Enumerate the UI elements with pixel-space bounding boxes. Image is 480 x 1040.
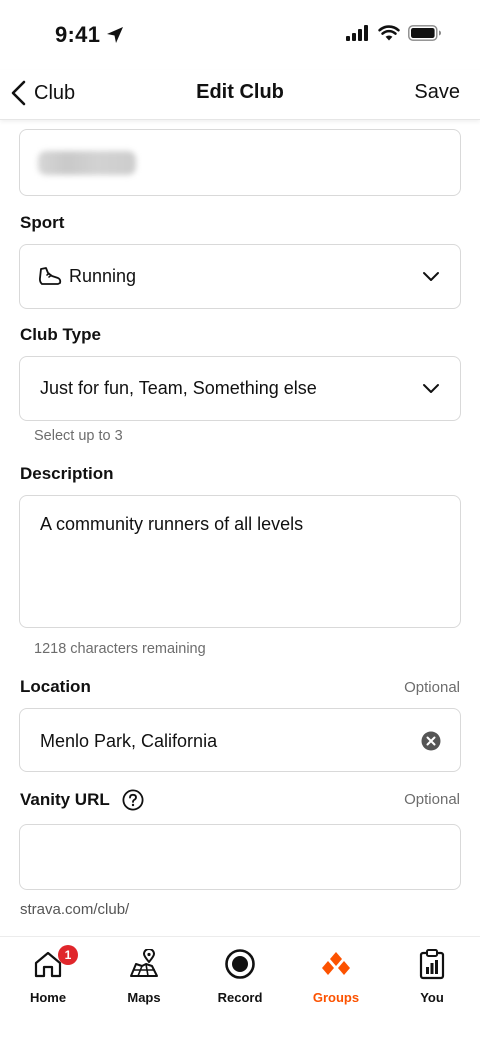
tab-record[interactable]: Record bbox=[192, 945, 288, 1009]
status-time: 9:41 bbox=[55, 22, 124, 48]
you-icon-wrap bbox=[384, 947, 480, 981]
status-icons bbox=[346, 25, 442, 41]
nav-bar: Club Edit Club Save bbox=[0, 70, 480, 120]
notification-badge: 1 bbox=[58, 945, 78, 965]
club-type-select[interactable]: Just for fun, Team, Something else bbox=[19, 356, 461, 421]
club-name-field[interactable] bbox=[19, 129, 461, 196]
description-textarea[interactable]: A community runners of all levels bbox=[19, 495, 461, 628]
record-icon bbox=[225, 949, 255, 979]
record-icon-wrap bbox=[192, 947, 288, 981]
help-icon[interactable] bbox=[122, 789, 144, 811]
maps-icon-wrap bbox=[96, 947, 192, 981]
clipboard-chart-icon bbox=[419, 949, 445, 980]
location-optional-label: Optional bbox=[404, 679, 460, 696]
back-button-label: Club bbox=[34, 81, 76, 104]
tab-home[interactable]: 1 Home bbox=[0, 945, 96, 1009]
wifi-icon bbox=[378, 25, 400, 41]
vanity-url-label-text: Vanity URL bbox=[20, 790, 110, 809]
tab-you[interactable]: You bbox=[384, 945, 480, 1009]
chevron-left-icon bbox=[11, 80, 26, 106]
home-icon-wrap bbox=[0, 947, 96, 981]
vanity-url-optional-label: Optional bbox=[404, 791, 460, 808]
sport-value: Running bbox=[69, 266, 137, 286]
cellular-signal-icon bbox=[346, 25, 368, 41]
tab-bar: 1 Home Maps Record Groups You bbox=[0, 936, 480, 1040]
tab-record-label: Record bbox=[217, 990, 263, 1005]
location-label: Location bbox=[20, 677, 91, 696]
vanity-url-prefix: strava.com/club/ bbox=[20, 901, 130, 918]
club-type-value: Just for fun, Team, Something else bbox=[40, 378, 317, 398]
tab-home-label: Home bbox=[29, 990, 67, 1005]
sport-select[interactable]: Running bbox=[19, 244, 461, 309]
tab-maps[interactable]: Maps bbox=[96, 945, 192, 1009]
description-label: Description bbox=[20, 464, 114, 483]
clear-location-button[interactable] bbox=[421, 731, 441, 751]
club-type-hint: Select up to 3 bbox=[34, 428, 123, 444]
tab-you-label: You bbox=[420, 990, 444, 1005]
club-type-label: Club Type bbox=[20, 325, 101, 344]
groups-icon-wrap bbox=[288, 947, 384, 981]
vanity-url-label: Vanity URL bbox=[20, 789, 144, 811]
blurred-club-name bbox=[38, 151, 136, 175]
location-value: Menlo Park, California bbox=[40, 731, 218, 751]
save-button[interactable]: Save bbox=[414, 81, 460, 104]
battery-icon bbox=[408, 25, 441, 41]
status-bar: 9:41 bbox=[0, 0, 480, 70]
location-input[interactable]: Menlo Park, California bbox=[19, 708, 461, 772]
tab-maps-label: Maps bbox=[127, 990, 161, 1005]
chevron-down-icon bbox=[423, 272, 439, 281]
sport-label: Sport bbox=[20, 213, 65, 232]
clear-icon bbox=[421, 731, 441, 751]
tab-groups[interactable]: Groups bbox=[288, 945, 384, 1009]
chevron-down-icon bbox=[423, 384, 439, 393]
vanity-url-input[interactable] bbox=[19, 824, 461, 890]
back-button[interactable]: Club bbox=[10, 78, 75, 108]
status-time-text: 9:41 bbox=[55, 22, 101, 47]
location-arrow-icon bbox=[107, 27, 124, 43]
groups-icon bbox=[322, 952, 350, 975]
running-shoe-icon bbox=[39, 267, 62, 285]
tab-groups-label: Groups bbox=[312, 990, 360, 1005]
description-value: A community runners of all levels bbox=[40, 514, 304, 534]
description-hint: 1218 characters remaining bbox=[34, 641, 206, 657]
maps-icon bbox=[130, 949, 158, 977]
